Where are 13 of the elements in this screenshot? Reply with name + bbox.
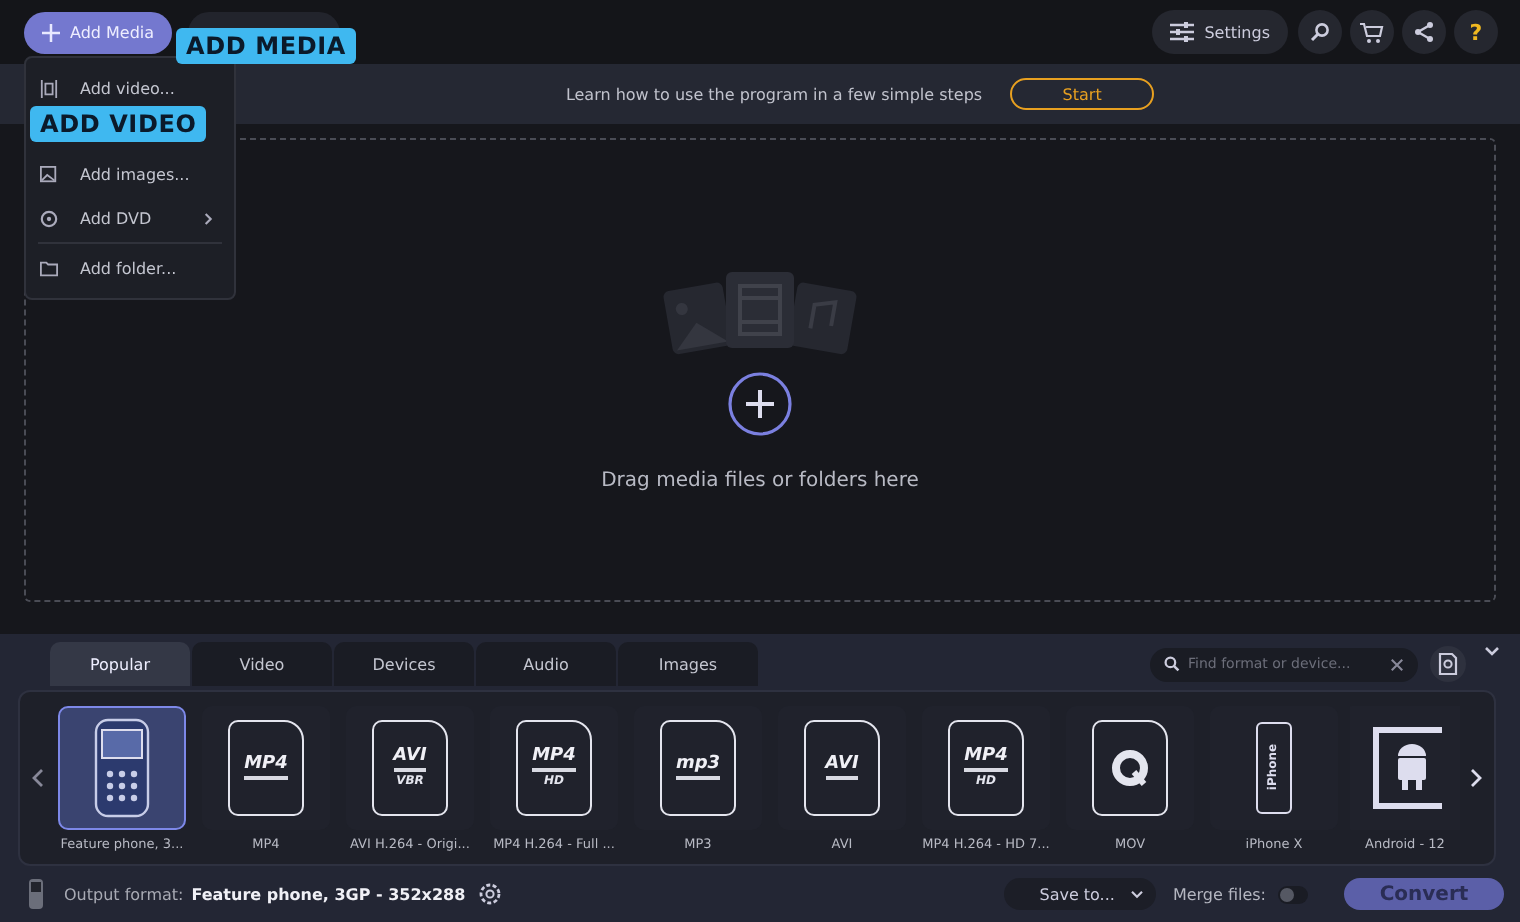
- format-badge: mp3: [675, 755, 721, 779]
- format-badge: MP4: [964, 747, 1008, 771]
- format-badge: AVI: [825, 755, 859, 779]
- format-badge: AVI: [393, 747, 427, 771]
- tutorial-tooltip: ADD VIDEO: [30, 106, 207, 142]
- tip-text: Learn how to use the program in a few simple steps: [565, 85, 983, 103]
- tutorial-tooltip: ADD MEDIA: [176, 28, 356, 64]
- output-format-value: Feature phone, 3GP - 352x288: [191, 885, 466, 903]
- format-badge: MP4: [532, 747, 576, 771]
- drop-hint: Drag media files or folders here: [601, 469, 919, 491]
- output-format-label: Output format:: [64, 885, 184, 903]
- merge-files-label: Merge files:: [1172, 885, 1266, 903]
- format-badge: MP4: [244, 755, 288, 779]
